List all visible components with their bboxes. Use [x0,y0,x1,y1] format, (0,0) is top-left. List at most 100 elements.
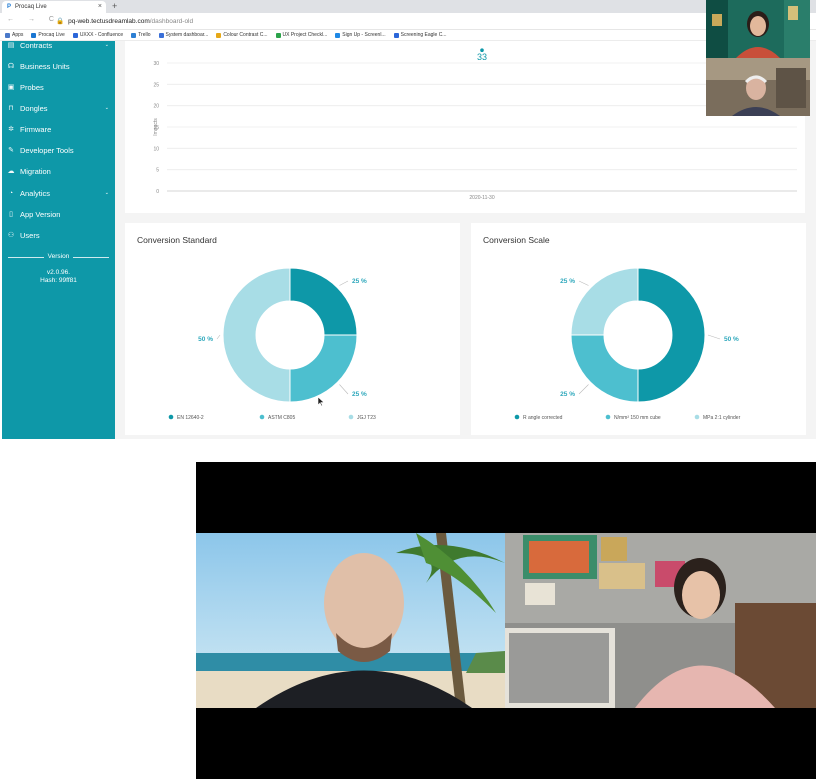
sidebar-item-label: App Version [20,209,61,219]
jira-icon [158,32,164,38]
confluence-icon [393,32,399,38]
sidebar-item-contracts[interactable]: ▤ Contracts ⌄ [2,37,115,53]
donut-slice[interactable] [289,267,358,336]
browser-tab[interactable]: P Procaq Live × [2,1,106,13]
conversion-standard-card: Conversion Standard 25 % 25 % 50 % EN 12640… [125,223,460,435]
sidebar-item-label: Business Units [20,61,70,71]
legend-label[interactable]: JGJ T23 [357,415,376,421]
legend-swatch [694,414,700,420]
tab-close-icon[interactable]: × [98,3,102,10]
address-bar: ← → C 🔒 pq-web.tectusdreamlab.com/dashboa… [0,13,816,30]
y-tick-label: 25 [153,82,159,88]
bookmark-label: Screening Eagle C... [400,32,447,38]
phone-icon: ▯ [9,211,13,218]
sidebar-item-label: Probes [20,82,44,92]
legend-swatch [348,414,354,420]
sidebar-item-label: Dongles [20,103,48,113]
slice-value-label: 25 % [352,391,367,398]
legend-label[interactable]: N/mm² 150 mm cube [614,415,661,421]
participant-video-man [706,58,810,116]
sidebar-item-label: Migration [20,166,51,176]
analytics-icon: ◔ [8,189,14,197]
sidebar-item-developer-tools[interactable]: ✎ Developer Tools [2,142,115,158]
sidebar-item-app-version[interactable]: ▯ App Version [2,206,115,222]
y-tick-label: 5 [156,168,159,174]
dongle-icon: ⊓ [8,105,14,112]
url-path: /dashboard-old [149,18,194,25]
trello-icon [131,32,137,38]
divider [8,257,44,258]
bookmark-item[interactable]: Trello [131,32,151,38]
video-tile-participant [505,533,816,708]
contracts-icon: ▤ [7,42,15,49]
participant-video-woman-hoodie [505,533,816,708]
label-leader-line [339,280,349,286]
sidebar-item-business-units[interactable]: ☊ Business Units [2,58,115,74]
x-tick-label: 2020-11-30 [469,195,494,201]
bookmark-label: Trello [138,32,151,38]
video-tile-participant [196,533,505,708]
legend-label[interactable]: R angle corrected [523,415,563,421]
sidebar-item-users[interactable]: ⚇ Users [2,227,115,243]
slice-value-label: 50 % [198,336,213,343]
sidebar-item-migration[interactable]: ☁ Migration [2,163,115,179]
slice-value-label: 25 % [560,278,575,285]
new-tab-icon[interactable]: + [112,1,117,11]
legend-swatch [605,414,611,420]
bookmark-label: Sign Up - Screenl... [342,32,386,38]
chevron-down-icon: ⌄ [104,105,109,111]
tab-title: Procaq Live [15,4,47,10]
cloud-icon: ☁ [7,168,15,175]
headset-icon: ☊ [7,63,15,70]
sidebar-item-label: Contracts [20,40,53,50]
slice-value-label: 50 % [724,336,739,343]
sidebar-item-label: Users [20,230,40,240]
label-leader-line [339,384,349,395]
impacts-chart-card: 0 5 10 15 20 25 30 Impacts 2020-11-30 33 [125,41,805,213]
version-info: v2.0.96. Hash: 99ff81 [2,269,115,285]
video-call-window [196,462,816,779]
procaq-favicon-icon: P [7,4,12,10]
bookmarks-bar: Apps Procaq Live UXXX - Confluence Trello Sy… [0,30,816,41]
sidebar-item-label: Analytics [20,188,51,198]
label-leader-line [578,384,589,395]
bookmark-item[interactable]: Screening Eagle C... [393,32,447,38]
chevron-down-icon: ⌄ [104,190,109,196]
sidebar-item-analytics[interactable]: ◔ Analytics ⌄ [2,185,115,201]
browser-nav-buttons[interactable]: ← → C [7,16,60,23]
screenleap-icon [335,32,341,38]
probe-icon: ▣ [7,84,15,91]
legend-label[interactable]: EN 12640-2 [177,415,204,421]
legend-label[interactable]: MPa 2:1 cylinder [703,415,741,421]
y-tick-label: 10 [153,146,159,152]
sidebar-item-label: Firmware [20,124,52,134]
donut-slice[interactable] [637,267,706,403]
legend-label[interactable]: ASTM C805 [268,415,295,421]
sidebar-item-label: Developer Tools [20,145,74,155]
donut-slice[interactable] [222,267,291,403]
url-field[interactable]: 🔒 pq-web.tectusdreamlab.com/dashboard-old [56,17,193,25]
data-label: 33 [477,52,487,62]
participant-video-woman [706,0,810,58]
bookmark-label: System dashboar... [165,32,209,38]
donut-slice[interactable] [570,267,639,336]
slice-value-label: 25 % [352,278,367,285]
bookmark-label: Colour Contrast C... [223,32,268,38]
bookmark-item[interactable]: Sign Up - Screenl... [335,32,386,38]
impacts-chart: 051015202530Impacts2020-11-3033 [153,48,797,201]
contrast-icon [216,32,222,38]
bookmark-item[interactable]: UX Project Checkl... [275,32,327,38]
bookmark-item[interactable]: System dashboar... [158,32,209,38]
lock-icon: 🔒 [56,18,65,25]
slice-value-label: 25 % [560,391,575,398]
sidebar-item-dongles[interactable]: ⊓ Dongles ⌄ [2,100,115,116]
sidebar-item-probes[interactable]: ▣ Probes [2,79,115,95]
label-leader-line [707,334,721,340]
donut-slice[interactable] [289,334,358,403]
url-host: pq-web.tectusdreamlab.com [68,18,150,25]
bookmark-item[interactable]: Colour Contrast C... [216,32,268,38]
conversion-standard-donut: 25 % 25 % 50 % EN 12640-2 ASTM C805 JGJ T23 [168,267,376,421]
y-tick-label: 0 [156,189,159,195]
wrench-icon: ✎ [8,147,14,154]
sidebar-item-firmware[interactable]: ✲ Firmware [2,121,115,137]
